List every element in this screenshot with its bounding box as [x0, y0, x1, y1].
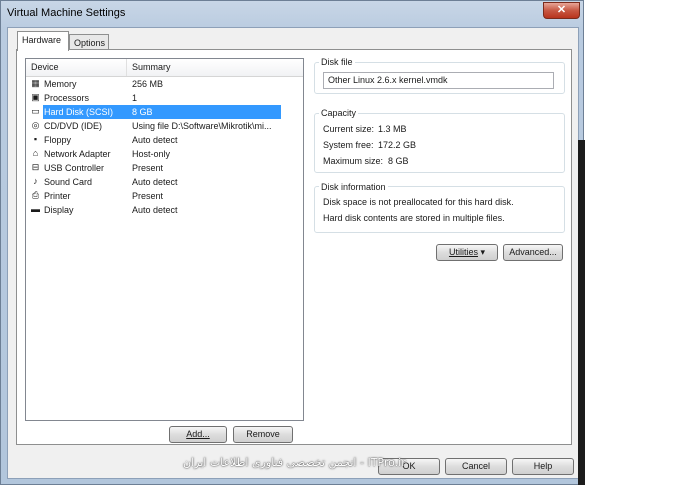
disk-file-label: Disk file	[319, 57, 355, 67]
system-free-label: System free:	[323, 140, 374, 150]
advanced-button[interactable]: Advanced...	[503, 244, 563, 261]
utilities-button-label: Utilities	[448, 247, 478, 257]
device-row[interactable]: ⌂ Network Adapter Host-only	[26, 147, 303, 161]
add-button-label: Add...	[186, 429, 210, 439]
device-row[interactable]: ▬ Display Auto detect	[26, 203, 303, 217]
system-free-value: 172.2 GB	[378, 140, 417, 150]
hard-disk-icon: ▭	[31, 106, 40, 116]
column-separator[interactable]	[126, 59, 127, 76]
add-device-button[interactable]: Add...	[169, 426, 227, 443]
device-summary: Host-only	[132, 149, 171, 159]
network-adapter-icon: ⌂	[32, 148, 39, 158]
disk-information-label: Disk information	[319, 182, 388, 192]
advanced-button-label: Advanced...	[509, 247, 557, 257]
help-button-label: Help	[533, 461, 553, 471]
disk-information-group	[314, 186, 565, 233]
device-summary: 8 GB	[132, 107, 153, 117]
device-row[interactable]: ▣ Processors 1	[26, 91, 303, 105]
device-name: Memory	[44, 79, 77, 89]
device-row[interactable]: ♪ Sound Card Auto detect	[26, 175, 303, 189]
capacity-label: Capacity	[319, 108, 359, 118]
device-name: Hard Disk (SCSI)	[44, 107, 114, 117]
utilities-button[interactable]: Utilities ▾	[436, 244, 498, 261]
device-summary: Auto detect	[132, 205, 178, 215]
device-name: Printer	[44, 191, 71, 201]
column-header-summary[interactable]: Summary	[132, 62, 171, 72]
device-summary: 1	[132, 93, 138, 103]
device-summary: Using file D:\Software\Mikrotik\mi...	[132, 121, 272, 131]
tab-hardware[interactable]: Hardware	[17, 31, 69, 51]
device-name: Display	[44, 205, 74, 215]
device-summary: Present	[132, 163, 164, 173]
column-header-device[interactable]: Device	[31, 62, 59, 72]
close-icon: ✕	[556, 4, 567, 16]
device-row[interactable]: ▭ Hard Disk (SCSI) 8 GB	[26, 105, 303, 119]
device-name: Floppy	[44, 135, 72, 145]
floppy-icon: ▪	[33, 134, 38, 144]
chevron-down-icon: ▾	[480, 247, 486, 257]
vm-settings-window: Virtual Machine Settings ✕ Hardware Opti…	[0, 0, 584, 485]
device-list[interactable]: Device Summary ▦ Memory 256 MB ▣ Processors 1…	[25, 58, 304, 421]
device-row[interactable]: ⊟ USB Controller Present	[26, 161, 303, 175]
device-name: Network Adapter	[44, 149, 111, 159]
device-row[interactable]: ▪ Floppy Auto detect	[26, 133, 303, 147]
device-name: Sound Card	[44, 177, 93, 187]
remove-button-label: Remove	[246, 429, 280, 439]
device-summary: Auto detect	[132, 177, 178, 187]
device-row[interactable]: ⎙ Printer Present	[26, 189, 303, 203]
hardware-tab-panel: Device Summary ▦ Memory 256 MB ▣ Processors 1…	[16, 49, 572, 445]
remove-device-button[interactable]: Remove	[233, 426, 293, 443]
cd-dvd-icon: ◎	[31, 120, 40, 130]
device-name: USB Controller	[44, 163, 105, 173]
sound-card-icon: ♪	[33, 176, 38, 186]
cancel-button-label: Cancel	[461, 461, 490, 471]
site-watermark: ITPro.ir - انجمن تخصصی فناوری اطلاعات ای…	[183, 456, 406, 469]
device-name: Processors	[44, 93, 90, 103]
disk-info-line-1: Disk space is not preallocated for this …	[323, 197, 514, 207]
printer-icon: ⎙	[31, 190, 40, 200]
window-title: Virtual Machine Settings	[7, 7, 126, 19]
close-button[interactable]: ✕	[543, 2, 580, 19]
disk-file-field[interactable]: Other Linux 2.6.x kernel.vmdk	[323, 72, 554, 89]
background-window-edge	[578, 140, 585, 485]
cancel-button[interactable]: Cancel	[445, 458, 507, 475]
processor-icon: ▣	[31, 92, 40, 102]
device-summary: Auto detect	[132, 135, 178, 145]
display-icon: ▬	[31, 204, 40, 214]
dialog-client-area: Hardware Options Device Summary ▦ Memory 2…	[7, 27, 579, 479]
device-row[interactable]: ▦ Memory 256 MB	[26, 77, 303, 91]
memory-icon: ▦	[31, 78, 40, 88]
help-button[interactable]: Help	[512, 458, 574, 475]
current-size-value: 1.3 MB	[378, 124, 407, 134]
device-list-header: Device Summary	[26, 59, 303, 77]
usb-controller-icon: ⊟	[31, 162, 40, 172]
device-summary: 256 MB	[132, 79, 164, 89]
device-row[interactable]: ◎ CD/DVD (IDE) Using file D:\Software\Mikr…	[26, 119, 303, 133]
disk-info-line-2: Hard disk contents are stored in multipl…	[323, 213, 505, 223]
current-size-label: Current size:	[323, 124, 375, 134]
device-summary: Present	[132, 191, 164, 201]
device-name: CD/DVD (IDE)	[44, 121, 102, 131]
maximum-size-label: Maximum size:	[323, 156, 384, 166]
maximum-size-value: 8 GB	[388, 156, 409, 166]
